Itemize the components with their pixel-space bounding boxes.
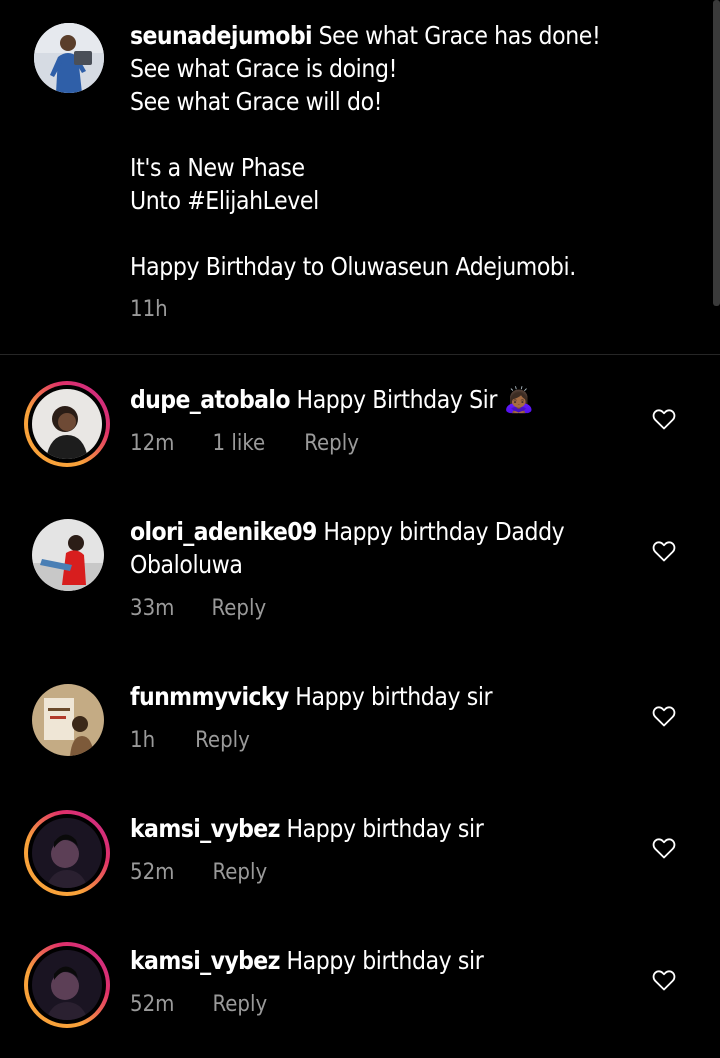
- comment-username[interactable]: funmmyvicky: [130, 682, 289, 711]
- comment-meta: 12m 1 like Reply: [130, 431, 359, 456]
- avatar[interactable]: [34, 23, 104, 93]
- comment-body: Happy birthday sir: [279, 814, 484, 843]
- heart-outline-icon[interactable]: [652, 540, 676, 562]
- comment-text: kamsi_vybez Happy birthday sir: [130, 812, 590, 845]
- comment-username[interactable]: kamsi_vybez: [130, 814, 280, 843]
- comment-username[interactable]: kamsi_vybez: [130, 946, 280, 975]
- story-ring[interactable]: [24, 942, 110, 1028]
- heart-outline-icon[interactable]: [652, 969, 676, 991]
- comment-body: Happy birthday sir: [288, 682, 493, 711]
- reply-button[interactable]: Reply: [195, 728, 250, 753]
- comment-meta: 52m Reply: [130, 860, 267, 885]
- story-ring[interactable]: [24, 381, 110, 467]
- avatar: [32, 389, 102, 459]
- heart-outline-icon[interactable]: [652, 705, 676, 727]
- comment-meta: 52m Reply: [130, 992, 267, 1017]
- reply-button[interactable]: Reply: [212, 992, 267, 1017]
- comment-text: kamsi_vybez Happy birthday sir: [130, 944, 590, 977]
- comment-timestamp: 12m: [130, 431, 175, 456]
- comment-text: olori_adenike09 Happy birthday Daddy Oba…: [130, 515, 590, 581]
- comment-timestamp: 1h: [130, 728, 156, 753]
- avatar-frame[interactable]: [24, 676, 110, 762]
- post-caption: seunadejumobi See what Grace has done! S…: [0, 0, 720, 354]
- caption-text: seunadejumobi See what Grace has done! S…: [130, 19, 700, 283]
- avatar: [32, 684, 104, 756]
- avatar: [32, 818, 102, 888]
- profile-photo: [34, 23, 104, 93]
- comment-username[interactable]: olori_adenike09: [130, 517, 317, 546]
- comment-username[interactable]: dupe_atobalo: [130, 385, 291, 414]
- comment-text: funmmyvicky Happy birthday sir: [130, 680, 590, 713]
- caption-username[interactable]: seunadejumobi: [130, 21, 313, 50]
- comment-timestamp: 33m: [130, 596, 175, 621]
- divider: [0, 354, 720, 355]
- comment-timestamp: 52m: [130, 992, 175, 1017]
- comment-body: Happy Birthday Sir 🙇🏾‍♀️: [289, 385, 535, 414]
- story-ring[interactable]: [24, 810, 110, 896]
- reply-button[interactable]: Reply: [211, 596, 266, 621]
- reply-button[interactable]: Reply: [212, 860, 267, 885]
- caption-body: See what Grace has done! See what Grace …: [130, 21, 601, 281]
- comment-meta: 33m Reply: [130, 596, 266, 621]
- heart-outline-icon[interactable]: [652, 837, 676, 859]
- comment-likes[interactable]: 1 like: [212, 431, 265, 456]
- avatar: [32, 950, 102, 1020]
- comment-meta: 1h Reply: [130, 728, 250, 753]
- avatar: [32, 519, 104, 591]
- reply-button[interactable]: Reply: [304, 431, 359, 456]
- comment-timestamp: 52m: [130, 860, 175, 885]
- comment-text: dupe_atobalo Happy Birthday Sir 🙇🏾‍♀️: [130, 383, 590, 416]
- heart-outline-icon[interactable]: [652, 408, 676, 430]
- comment-body: Happy birthday sir: [279, 946, 484, 975]
- caption-timestamp: 11h: [130, 297, 168, 322]
- avatar-frame[interactable]: [24, 511, 110, 597]
